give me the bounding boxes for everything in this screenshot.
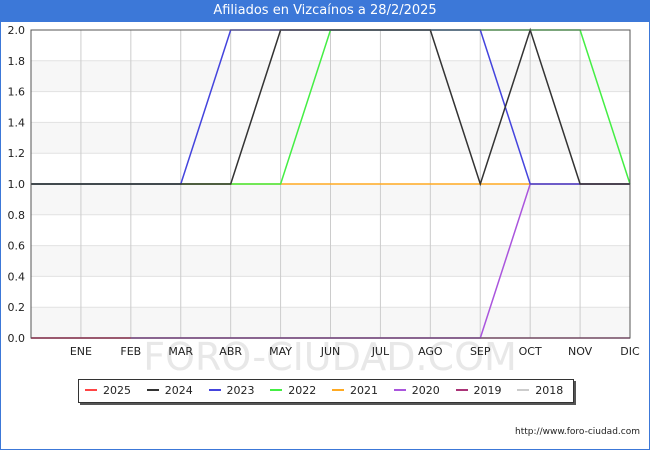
footer-url: http://www.foro-ciudad.com (515, 427, 640, 437)
x-tick-label: DIC (620, 345, 640, 358)
x-tick-label: MAR (168, 345, 193, 358)
y-tick-label: 0.2 (8, 301, 26, 314)
x-tick-label: ENE (70, 345, 92, 358)
legend-swatch (393, 389, 406, 391)
x-tick-label: NOV (568, 345, 593, 358)
y-tick-label: 1.2 (8, 147, 26, 160)
legend-label: 2023 (226, 384, 255, 397)
y-tick-label: 1.6 (8, 86, 26, 99)
legend-swatch (208, 389, 221, 391)
legend-label: 2020 (411, 384, 440, 397)
x-tick-label: JUN (320, 345, 341, 358)
legend-label: 2018 (535, 384, 564, 397)
y-tick-label: 0.0 (8, 332, 26, 345)
y-tick-label: 2.0 (8, 24, 26, 37)
y-tick-label: 0.6 (8, 240, 26, 253)
legend-item: 2023 (208, 380, 255, 402)
x-tick-label: SEP (470, 345, 491, 358)
legend-item: 2020 (393, 380, 440, 402)
legend-swatch (146, 389, 159, 391)
legend-item: 2019 (455, 380, 502, 402)
legend: 2025 2024 2023 2022 2021 2020 2019 2018 (78, 379, 574, 403)
legend-swatch (517, 389, 530, 391)
x-tick-label: JUL (371, 345, 390, 358)
legend-label: 2021 (350, 384, 378, 397)
legend-item: 2024 (146, 380, 193, 402)
x-tick-label: FEB (120, 345, 141, 358)
y-tick-label: 0.8 (8, 209, 26, 222)
legend-item: 2021 (332, 380, 378, 402)
legend-label: 2025 (103, 384, 131, 397)
x-tick-label: MAY (269, 345, 292, 358)
legend-swatch (455, 389, 468, 391)
y-tick-label: 1.8 (8, 55, 26, 68)
legend-item: 2022 (270, 380, 316, 402)
legend-swatch (270, 389, 283, 391)
legend-item: 2018 (517, 380, 563, 402)
y-tick-label: 0.4 (8, 270, 26, 283)
x-tick-label: AGO (418, 345, 443, 358)
x-tick-label: ABR (219, 345, 242, 358)
legend-item: 2025 (85, 380, 131, 402)
legend-label: 2024 (164, 384, 193, 397)
y-tick-label: 1.0 (8, 178, 26, 191)
y-tick-label: 1.4 (8, 116, 26, 129)
legend-label: 2022 (288, 384, 317, 397)
legend-swatch (332, 389, 344, 391)
legend-label: 2019 (473, 384, 502, 397)
x-tick-label: OCT (519, 345, 542, 358)
legend-swatch (85, 389, 97, 391)
